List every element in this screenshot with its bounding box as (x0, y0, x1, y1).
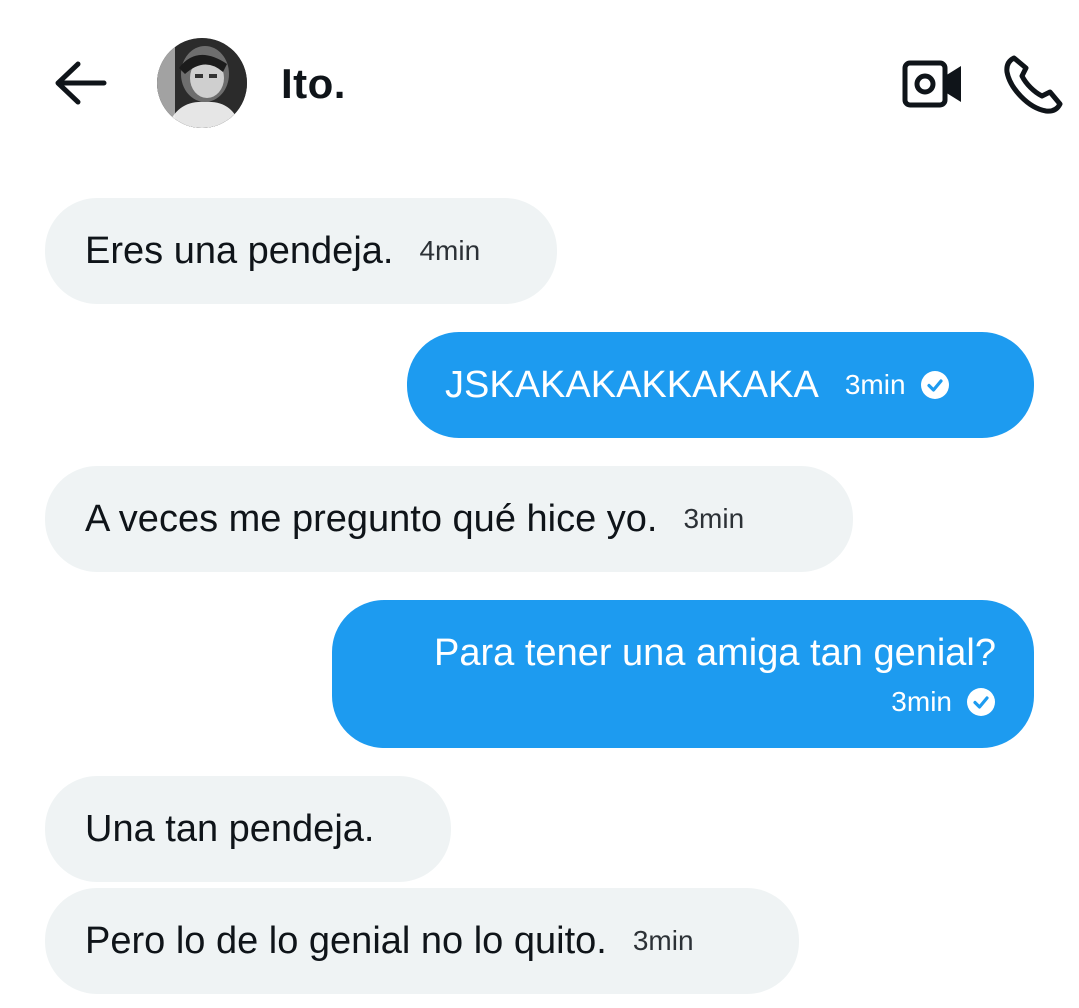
message-text: A veces me pregunto qué hice yo. (85, 498, 658, 540)
avatar[interactable] (157, 38, 247, 128)
message-text: Una tan pendeja. (85, 808, 375, 850)
video-call-button[interactable] (901, 58, 965, 110)
arrow-left-icon (55, 61, 107, 105)
message-text: Pero lo de lo genial no lo quito. (85, 920, 607, 962)
message-timestamp: 3min (683, 503, 745, 534)
message-bubble-outgoing[interactable]: Para tener una amiga tan genial? 3min (332, 600, 1034, 748)
back-button[interactable] (52, 60, 108, 106)
conversation-header: Ito. (0, 0, 1079, 170)
avatar-photo (157, 38, 247, 128)
contact-name[interactable]: Ito. (281, 58, 346, 110)
message-timestamp: 3min (891, 686, 952, 717)
video-camera-icon (902, 60, 961, 108)
check-circle-icon (920, 371, 949, 399)
message-text: Eres una pendeja. (85, 230, 394, 272)
message-timestamp: 3min (632, 925, 694, 956)
phone-icon (1004, 55, 1063, 114)
message-timestamp: 4min (419, 235, 481, 266)
check-circle-icon (967, 688, 995, 716)
message-bubble-incoming[interactable]: Una tan pendeja. (45, 776, 451, 882)
message-timestamp: 3min (844, 369, 906, 400)
message-bubble-outgoing[interactable]: JSKAKAKAKKAKAKA 3min (407, 332, 1034, 438)
message-bubble-incoming[interactable]: Eres una pendeja. 4min (45, 198, 557, 304)
voice-call-button[interactable] (1002, 52, 1066, 116)
message-text: Para tener una amiga tan genial? (434, 632, 996, 674)
message-text: JSKAKAKAKKAKAKA (445, 364, 819, 406)
message-bubble-incoming[interactable]: A veces me pregunto qué hice yo. 3min (45, 466, 853, 572)
message-bubble-incoming[interactable]: Pero lo de lo genial no lo quito. 3min (45, 888, 799, 994)
